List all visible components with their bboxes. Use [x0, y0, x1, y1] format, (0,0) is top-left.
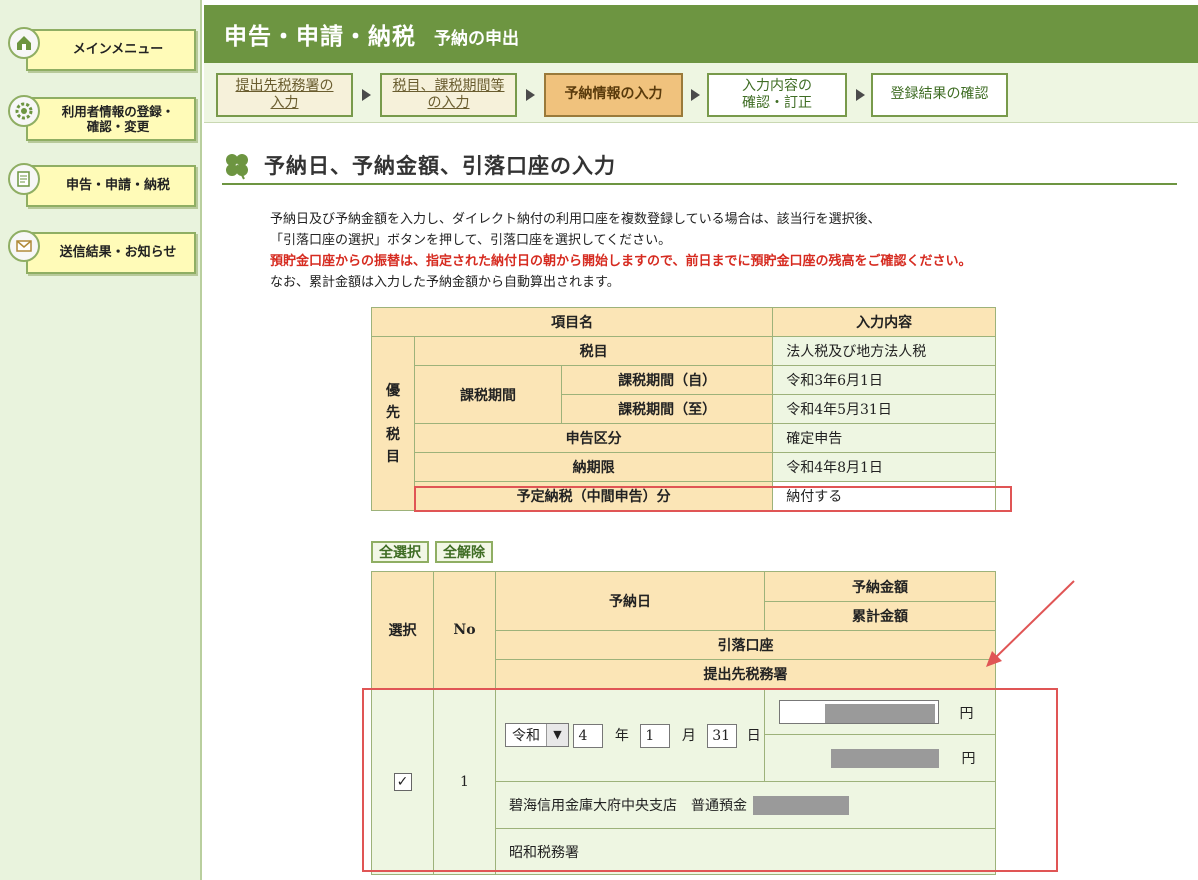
step-tax-office[interactable]: 提出先税務署の 入力 [216, 73, 353, 117]
header: 申告・申請・納税 予納の申出 提出先税務署の 入力 税目、課税期間等 の入力 予… [204, 0, 1198, 125]
step-label: 提出先税務署の 入力 [235, 77, 334, 112]
page: メインメニュー 利用者情報の登録・ 確認・変更 申告・申請・納税 送信結果・お知… [0, 0, 1198, 880]
kazei-to-label: 課税期間（至） [560, 394, 774, 424]
page-subtitle: 予納の申出 [434, 28, 519, 49]
title-bar: 申告・申請・納税 予納の申出 [204, 5, 1198, 63]
nouki-label: 納期限 [413, 452, 774, 482]
page-title: 申告・申請・納税 [224, 23, 416, 50]
kazei-label: 課税期間 [414, 365, 562, 424]
sidebar-item-declaration[interactable]: 申告・申請・納税 [8, 163, 196, 207]
kazei-from-label: 課税期間（自） [560, 365, 774, 395]
col-header-total: 累計金額 [764, 601, 996, 631]
select-all-button[interactable]: 全選択 [371, 541, 429, 563]
shinkoku-value: 確定申告 [772, 423, 996, 453]
step-arrow-icon [691, 89, 700, 101]
sidebar-item-main-menu[interactable]: メインメニュー [8, 27, 196, 71]
section-title: 予納日、予納金額、引落口座の入力 [264, 153, 616, 178]
home-icon [8, 27, 40, 59]
col-header-amount: 予納金額 [764, 571, 996, 602]
step-tax-period[interactable]: 税目、課税期間等 の入力 [380, 73, 517, 117]
col-header-date: 予納日 [495, 571, 765, 631]
step-label: 登録結果の確認 [890, 86, 989, 103]
col-header-no: No [433, 571, 496, 689]
shinkoku-label: 申告区分 [413, 423, 774, 453]
step-arrow-icon [856, 89, 865, 101]
highlight-box [414, 486, 1012, 512]
zeimoku-value: 法人税及び地方法人税 [772, 336, 996, 366]
instruction-line: 「引落口座の選択」ボタンを押して、引落口座を選択してください。 [270, 233, 672, 248]
section-heading: 予納日、予納金額、引落口座の入力 [222, 147, 1177, 185]
instructions: 予納日及び予納金額を入力し、ダイレクト納付の利用口座を複数登録している場合は、該… [270, 209, 1150, 293]
nouki-value: 令和4年8月1日 [772, 452, 996, 482]
zeimoku-label: 税目 [413, 336, 774, 366]
col-header-select: 選択 [371, 571, 434, 689]
col-header-value: 入力内容 [772, 307, 996, 337]
group-label: 優 先 税 目 [371, 336, 415, 511]
step-arrow-icon [526, 89, 535, 101]
sidebar-item-label: メインメニュー [26, 29, 196, 71]
step-arrow-icon [362, 89, 371, 101]
clover-icon [226, 154, 248, 180]
main-content: 予納日、予納金額、引落口座の入力 予納日及び予納金額を入力し、ダイレクト納付の利… [204, 125, 1198, 880]
highlight-box [362, 688, 1058, 872]
step-confirm: 入力内容の 確認・訂正 [707, 73, 847, 117]
sidebar-item-results[interactable]: 送信結果・お知らせ [8, 230, 196, 274]
tax-info-table: 項目名 入力内容 優 先 税 目 税目 法人税及び地方法人税 課税期間 課税期間… [370, 307, 996, 511]
sidebar-item-label: 利用者情報の登録・ 確認・変更 [26, 97, 196, 141]
kazei-to-value: 令和4年5月31日 [772, 394, 996, 424]
sidebar: メインメニュー 利用者情報の登録・ 確認・変更 申告・申請・納税 送信結果・お知… [0, 0, 202, 880]
document-icon [8, 163, 40, 195]
deselect-all-button[interactable]: 全解除 [435, 541, 493, 563]
step-label: 入力内容の 確認・訂正 [742, 77, 812, 112]
kazei-from-value: 令和3年6月1日 [772, 365, 996, 395]
mail-icon [8, 230, 40, 262]
sidebar-item-label: 送信結果・お知らせ [26, 232, 196, 274]
step-prepayment-info: 予納情報の入力 [544, 73, 683, 117]
step-label: 予納情報の入力 [564, 86, 663, 103]
instruction-line: なお、累計金額は入力した予納金額から自動算出されます。 [270, 275, 620, 290]
warning-line: 預貯金口座からの振替は、指定された納付日の朝から開始しますので、前日までに預貯金… [270, 254, 972, 269]
selection-buttons: 全選択 全解除 [371, 541, 493, 563]
annotation-arrow-icon [986, 580, 1075, 667]
col-header-account: 引落口座 [495, 630, 996, 660]
sidebar-item-label: 申告・申請・納税 [26, 165, 196, 207]
col-header-office: 提出先税務署 [495, 659, 996, 689]
step-navigation: 提出先税務署の 入力 税目、課税期間等 の入力 予納情報の入力 入力内容の 確認… [204, 63, 1198, 123]
sidebar-item-user-info[interactable]: 利用者情報の登録・ 確認・変更 [8, 95, 196, 141]
col-header-item: 項目名 [370, 307, 774, 337]
user-settings-icon [8, 95, 40, 127]
instruction-line: 予納日及び予納金額を入力し、ダイレクト納付の利用口座を複数登録している場合は、該… [270, 212, 881, 227]
step-label: 税目、課税期間等 の入力 [392, 77, 505, 112]
step-result: 登録結果の確認 [871, 73, 1008, 117]
